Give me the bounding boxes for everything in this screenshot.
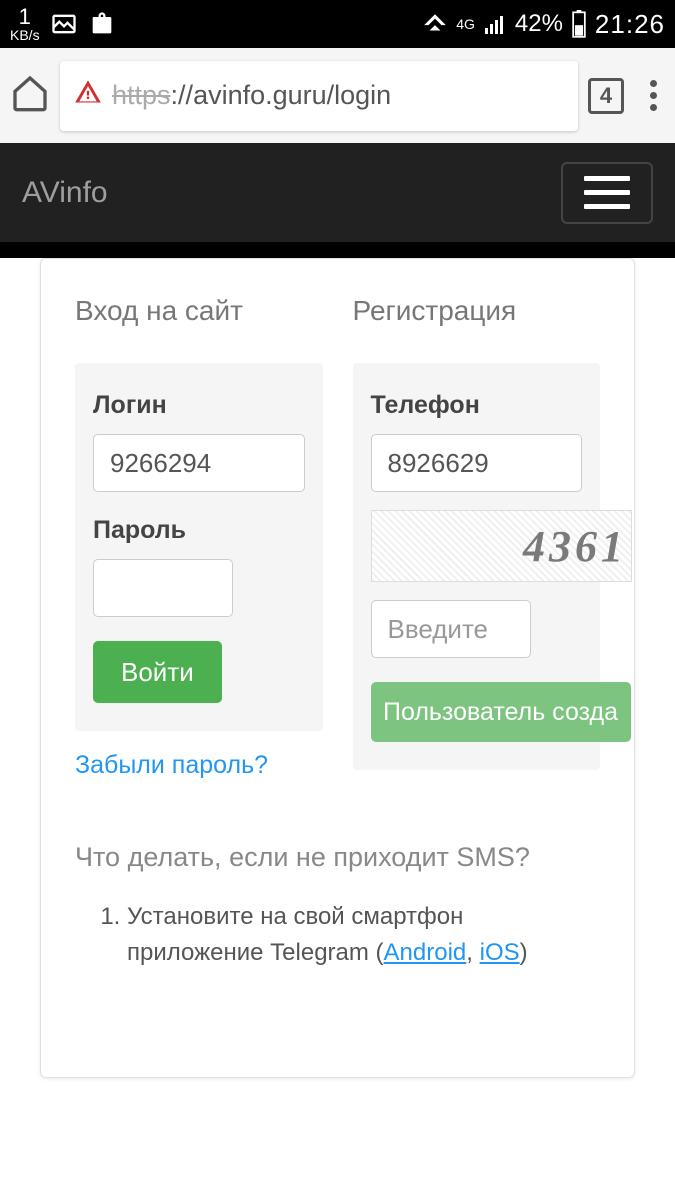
sms-help-section: Что делать, если не приходит SMS? Устано… [75, 842, 600, 971]
phone-input[interactable] [371, 434, 583, 492]
battery-icon [571, 10, 587, 38]
url-bar[interactable]: https://avinfo.guru/login [60, 61, 578, 131]
login-panel: Логин Пароль Войти [75, 363, 323, 731]
register-heading: Регистрация [353, 295, 601, 327]
home-icon[interactable] [10, 73, 50, 118]
browser-menu-icon[interactable] [642, 80, 665, 111]
wifi-icon [422, 11, 448, 37]
menu-toggle[interactable] [561, 162, 653, 224]
sms-help-list: Установите на свой смартфон приложение T… [75, 899, 600, 971]
signal-icon [483, 12, 507, 36]
forgot-password-link[interactable]: Забыли пароль? [75, 751, 323, 780]
sms-help-item: Установите на свой смартфон приложение T… [127, 899, 600, 971]
login-label: Логин [93, 391, 305, 420]
login-heading: Вход на сайт [75, 295, 323, 327]
sms-help-heading: Что делать, если не приходит SMS? [75, 842, 600, 873]
register-panel: Телефон 4361 Пользователь созда [353, 363, 601, 770]
register-column: Регистрация Телефон 4361 Пользователь со… [353, 295, 601, 780]
android-link[interactable]: Android [384, 939, 467, 966]
network-type: 4G [456, 17, 475, 31]
clock: 21:26 [595, 9, 665, 40]
auth-card: Вход на сайт Логин Пароль Войти Забыли п… [40, 258, 635, 1078]
url-text: https://avinfo.guru/login [112, 80, 391, 111]
register-toast: Пользователь созда [371, 682, 631, 742]
captcha-input[interactable] [371, 600, 531, 658]
security-warning-icon [74, 78, 102, 113]
status-bar: 1 KB/s 4G 42% 21:26 [0, 0, 675, 48]
ios-link[interactable]: iOS [480, 939, 520, 966]
login-button[interactable]: Войти [93, 641, 222, 703]
phone-label: Телефон [371, 391, 583, 420]
image-icon [50, 10, 78, 38]
captcha-image: 4361 [371, 510, 633, 582]
login-column: Вход на сайт Логин Пароль Войти Забыли п… [75, 295, 323, 780]
login-input[interactable] [93, 434, 305, 492]
password-label: Пароль [93, 516, 305, 545]
shopping-icon [88, 10, 116, 38]
network-speed: 1 KB/s [10, 6, 40, 42]
battery-percent: 42% [515, 10, 563, 38]
site-header: AVinfo [0, 143, 675, 243]
page-body: Вход на сайт Логин Пароль Войти Забыли п… [0, 258, 675, 1200]
site-brand[interactable]: AVinfo [22, 176, 108, 210]
password-input[interactable] [93, 559, 233, 617]
tab-switcher[interactable]: 4 [588, 78, 624, 114]
browser-toolbar: https://avinfo.guru/login 4 [0, 48, 675, 143]
